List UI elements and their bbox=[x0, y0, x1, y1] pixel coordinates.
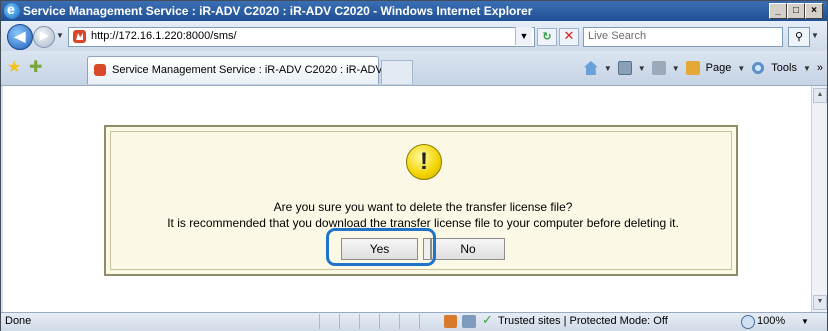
status-panel bbox=[319, 314, 339, 329]
minimize-button[interactable]: _ bbox=[769, 3, 787, 19]
search-options-dropdown[interactable]: ▼ bbox=[811, 31, 819, 40]
print-icon[interactable] bbox=[651, 61, 666, 75]
status-panel bbox=[339, 314, 359, 329]
search-input[interactable]: Live Search bbox=[583, 27, 783, 47]
window-controls: _ □ × bbox=[769, 3, 823, 19]
status-panel bbox=[399, 314, 419, 329]
security-icon[interactable] bbox=[462, 315, 476, 328]
add-favorite-icon[interactable]: ✚ bbox=[29, 57, 42, 77]
title-bar: Service Management Service : iR-ADV C202… bbox=[1, 1, 827, 21]
feeds-icon[interactable] bbox=[617, 61, 632, 75]
command-bar: ▼ ▼ ▼ Page ▼ Tools ▼ » bbox=[583, 61, 823, 75]
status-panel bbox=[379, 314, 399, 329]
tab-active[interactable]: Service Management Service : iR-ADV C202… bbox=[87, 56, 391, 84]
address-dropdown-button[interactable]: ▼ bbox=[515, 27, 532, 45]
page-icon bbox=[685, 61, 700, 75]
zoom-dropdown[interactable]: ▼ bbox=[801, 317, 809, 326]
tools-icon bbox=[751, 61, 766, 75]
ie-icon bbox=[4, 1, 20, 19]
scroll-down-button[interactable]: ▼ bbox=[813, 295, 827, 310]
page-dropdown[interactable]: ▼ bbox=[737, 64, 745, 73]
tab-title: Service Management Service : iR-ADV C202… bbox=[112, 64, 391, 76]
yes-button-highlight bbox=[326, 228, 436, 266]
back-icon[interactable]: ◀ bbox=[7, 24, 33, 50]
status-panel bbox=[359, 314, 379, 329]
tab-bar: ★ ✚ Service Management Service : iR-ADV … bbox=[1, 51, 827, 86]
home-dropdown[interactable]: ▼ bbox=[604, 64, 612, 73]
stop-icon[interactable]: ✕ bbox=[559, 28, 579, 46]
dialog-question: Are you sure you want to delete the tran… bbox=[273, 200, 573, 214]
protected-mode-icon[interactable] bbox=[444, 315, 457, 328]
maximize-button[interactable]: □ bbox=[787, 3, 805, 19]
favorites-star-icon[interactable]: ★ bbox=[7, 57, 21, 77]
tools-menu[interactable]: Tools bbox=[771, 62, 797, 74]
new-tab-button[interactable] bbox=[381, 60, 413, 84]
forward-icon[interactable]: ▶ bbox=[33, 26, 55, 48]
status-bar: Done ✓ Trusted sites | Protected Mode: O… bbox=[1, 312, 827, 331]
search-placeholder: Live Search bbox=[588, 30, 647, 42]
page-menu[interactable]: Page bbox=[706, 62, 732, 74]
address-field[interactable]: http://172.16.1.220:8000/sms/ bbox=[68, 27, 535, 47]
browser-window: Service Management Service : iR-ADV C202… bbox=[0, 0, 828, 331]
home-icon[interactable] bbox=[583, 61, 598, 75]
command-overflow[interactable]: » bbox=[817, 62, 823, 74]
recent-pages-dropdown[interactable]: ▼ bbox=[56, 31, 64, 40]
print-dropdown[interactable]: ▼ bbox=[672, 64, 680, 73]
search-icon[interactable]: ⚲ bbox=[788, 27, 810, 47]
no-button[interactable]: No bbox=[431, 238, 505, 260]
tab-favicon-icon bbox=[94, 64, 106, 76]
site-favicon-icon bbox=[73, 30, 86, 43]
trusted-sites-check-icon: ✓ bbox=[482, 313, 493, 328]
vertical-scrollbar[interactable]: ▲ ▼ bbox=[811, 86, 827, 312]
security-zone[interactable]: Trusted sites | Protected Mode: Off bbox=[498, 315, 668, 327]
status-panel bbox=[419, 314, 439, 329]
status-panels bbox=[319, 314, 439, 329]
zoom-level[interactable]: 100% bbox=[757, 315, 785, 327]
close-button[interactable]: × bbox=[805, 3, 823, 19]
refresh-icon[interactable]: ↻ bbox=[537, 28, 557, 46]
address-url[interactable]: http://172.16.1.220:8000/sms/ bbox=[91, 30, 237, 42]
status-text: Done bbox=[5, 315, 32, 327]
window-title: Service Management Service : iR-ADV C202… bbox=[23, 4, 533, 18]
tools-dropdown[interactable]: ▼ bbox=[803, 64, 811, 73]
scroll-up-button[interactable]: ▲ bbox=[813, 88, 827, 103]
zoom-icon[interactable] bbox=[741, 315, 755, 329]
warning-icon: ! bbox=[406, 144, 442, 180]
navigation-bar: ◀ ▶ ▼ http://172.16.1.220:8000/sms/ ▼ ↻ … bbox=[1, 21, 827, 51]
feeds-dropdown[interactable]: ▼ bbox=[638, 64, 646, 73]
